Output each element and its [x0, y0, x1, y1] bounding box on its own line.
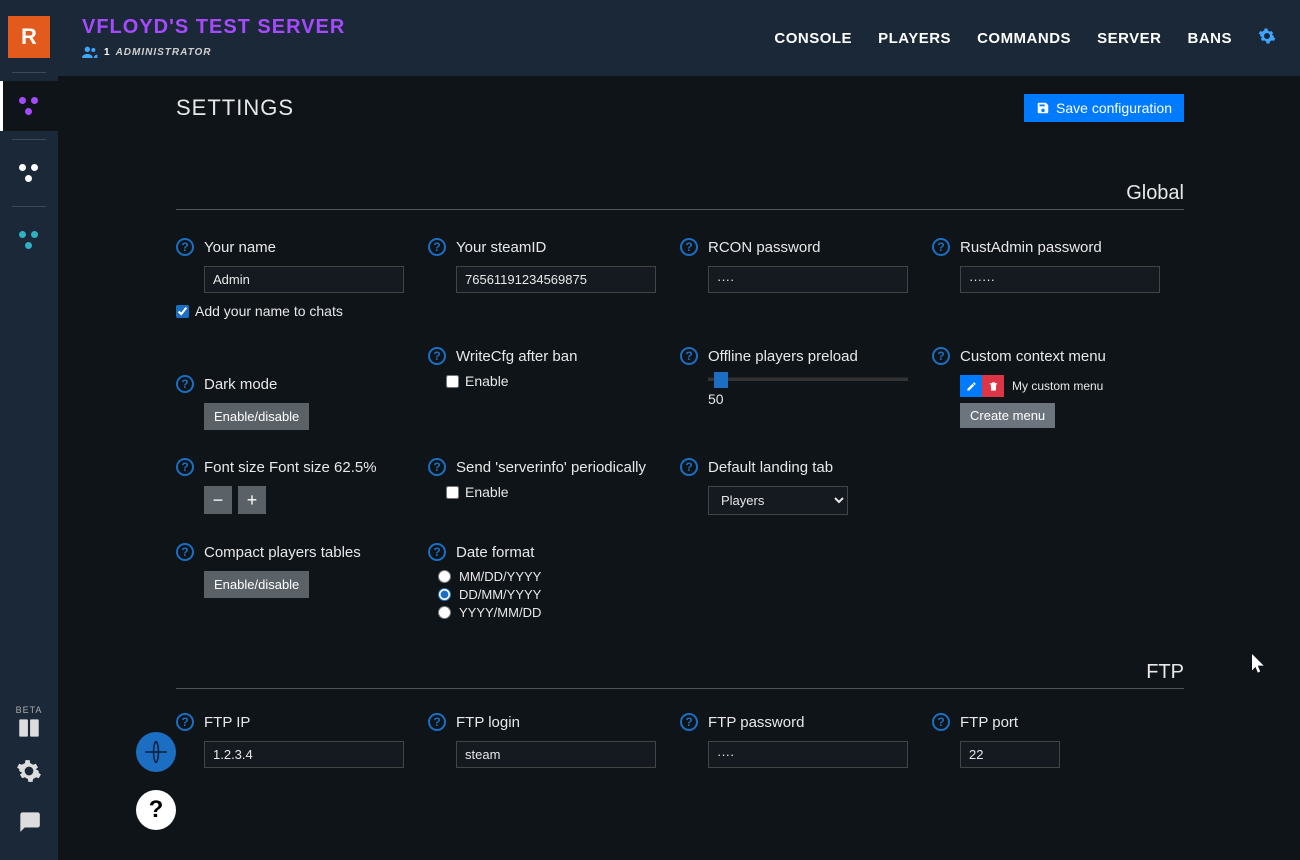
rail-server-1[interactable] — [0, 81, 58, 131]
add-name-to-chats-label: Add your name to chats — [195, 303, 343, 319]
help-button[interactable]: ? — [136, 790, 176, 830]
offline-preload-slider[interactable] — [708, 377, 908, 381]
save-configuration-button[interactable]: Save configuration — [1024, 94, 1184, 122]
serverinfo-checkbox[interactable] — [446, 486, 459, 499]
your-name-input[interactable] — [204, 266, 404, 293]
date-format-option-1[interactable] — [438, 588, 451, 601]
writecfg-checkbox-label: Enable — [465, 373, 509, 389]
writecfg-checkbox[interactable] — [446, 375, 459, 388]
nav-console[interactable]: CONSOLE — [774, 30, 852, 47]
your-name-label: Your name — [204, 239, 276, 256]
steamid-label: Your steamID — [456, 239, 546, 256]
font-size-decrease-button[interactable]: − — [204, 486, 232, 514]
writecfg-label: WriteCfg after ban — [456, 348, 577, 365]
custom-menu-item-label: My custom menu — [1012, 379, 1103, 393]
compact-tables-label: Compact players tables — [204, 544, 361, 561]
help-icon[interactable]: ? — [176, 458, 194, 476]
ftp-password-label: FTP password — [708, 714, 804, 731]
help-icon[interactable]: ? — [932, 238, 950, 256]
nav-server[interactable]: SERVER — [1097, 30, 1161, 47]
date-format-label: Date format — [456, 544, 534, 561]
ftp-login-input[interactable] — [456, 741, 656, 768]
header-bar: VFLOYD'S TEST SERVER 1 ADMINISTRATOR CON… — [58, 0, 1300, 76]
slider-thumb[interactable] — [714, 372, 728, 388]
offline-preload-label: Offline players preload — [708, 348, 858, 365]
edit-menu-button[interactable] — [960, 375, 982, 397]
help-icon[interactable]: ? — [428, 458, 446, 476]
compact-tables-toggle-button[interactable]: Enable/disable — [204, 571, 309, 598]
ftp-port-label: FTP port — [960, 714, 1018, 731]
steamid-input[interactable] — [456, 266, 656, 293]
rustadmin-password-label: RustAdmin password — [960, 239, 1102, 256]
ftp-ip-input[interactable] — [204, 741, 404, 768]
nav-settings-icon[interactable] — [1258, 27, 1276, 50]
ftp-port-input[interactable] — [960, 741, 1060, 768]
help-icon[interactable]: ? — [932, 347, 950, 365]
landing-tab-select[interactable]: Players — [708, 486, 848, 515]
ftp-login-label: FTP login — [456, 714, 520, 731]
help-icon[interactable]: ? — [428, 238, 446, 256]
serverinfo-checkbox-label: Enable — [465, 484, 509, 500]
font-size-label: Font size Font size 62.5% — [204, 459, 377, 476]
discord-icon — [16, 808, 42, 834]
rail-server-2[interactable] — [0, 148, 58, 198]
help-icon[interactable]: ? — [428, 543, 446, 561]
nav-bans[interactable]: BANS — [1187, 30, 1232, 47]
rail-server-3[interactable] — [0, 215, 58, 265]
header-nav: CONSOLE PLAYERS COMMANDS SERVER BANS — [774, 27, 1276, 50]
custom-menu-label: Custom context menu — [960, 348, 1106, 365]
add-name-to-chats-checkbox[interactable] — [176, 305, 189, 318]
save-icon — [1036, 101, 1050, 115]
help-icon[interactable]: ? — [932, 713, 950, 731]
create-menu-button[interactable]: Create menu — [960, 403, 1055, 428]
help-icon[interactable]: ? — [680, 238, 698, 256]
ftp-password-input[interactable] — [708, 741, 908, 768]
help-icon[interactable]: ? — [680, 458, 698, 476]
date-format-option-2[interactable] — [438, 606, 451, 619]
nav-players[interactable]: PLAYERS — [878, 30, 951, 47]
landing-tab-label: Default landing tab — [708, 459, 833, 476]
app-logo[interactable]: R — [8, 16, 50, 58]
ftp-ip-label: FTP IP — [204, 714, 250, 731]
font-size-increase-button[interactable]: + — [238, 486, 266, 514]
gear-icon — [16, 758, 42, 784]
date-format-option-0[interactable] — [438, 570, 451, 583]
section-ftp-header: FTP — [176, 661, 1184, 689]
users-icon — [82, 45, 98, 61]
globe-button[interactable] — [136, 732, 176, 772]
panels-icon — [16, 715, 42, 741]
section-global-header: Global — [176, 182, 1184, 210]
help-icon[interactable]: ? — [176, 713, 194, 731]
help-icon[interactable]: ? — [428, 347, 446, 365]
rustadmin-password-input[interactable] — [960, 266, 1160, 293]
dark-mode-label: Dark mode — [204, 376, 277, 393]
serverinfo-label: Send 'serverinfo' periodically — [456, 459, 646, 476]
rail-beta[interactable]: BETA — [16, 701, 43, 746]
help-icon[interactable]: ? — [680, 347, 698, 365]
rail-discord[interactable] — [0, 796, 58, 846]
trash-icon — [988, 381, 999, 392]
nav-commands[interactable]: COMMANDS — [977, 30, 1071, 47]
rail-settings[interactable] — [0, 746, 58, 796]
dark-mode-toggle-button[interactable]: Enable/disable — [204, 403, 309, 430]
role-label: ADMINISTRATOR — [116, 47, 212, 58]
server-title: VFLOYD'S TEST SERVER — [82, 16, 345, 39]
help-icon[interactable]: ? — [680, 713, 698, 731]
help-icon[interactable]: ? — [428, 713, 446, 731]
page-title: SETTINGS — [176, 95, 294, 121]
delete-menu-button[interactable] — [982, 375, 1004, 397]
help-icon[interactable]: ? — [176, 375, 194, 393]
help-icon[interactable]: ? — [176, 543, 194, 561]
rcon-password-label: RCON password — [708, 239, 821, 256]
rcon-password-input[interactable] — [708, 266, 908, 293]
offline-preload-value: 50 — [708, 391, 914, 407]
globe-icon — [143, 739, 169, 765]
help-icon[interactable]: ? — [176, 238, 194, 256]
pencil-icon — [966, 381, 977, 392]
left-rail: R BETA — [0, 0, 58, 860]
main-area: SETTINGS Save configuration Global ? You… — [58, 76, 1300, 860]
